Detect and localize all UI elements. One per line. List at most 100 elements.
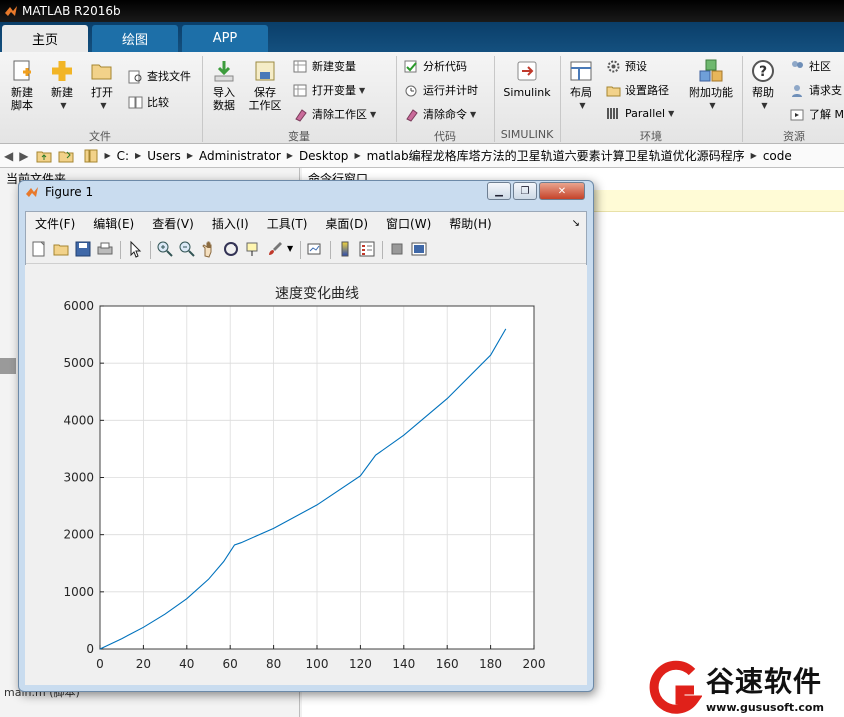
find-files-button[interactable]: 查找文件: [128, 68, 191, 84]
new-variable-button[interactable]: 新建变量: [293, 58, 356, 74]
parallel-label: Parallel: [625, 107, 666, 120]
layout-dropdown-icon[interactable]: ▼: [579, 99, 585, 112]
addons-dropdown-icon[interactable]: ▼: [709, 99, 715, 112]
save-workspace-button[interactable]: 保存 工作区: [246, 58, 284, 112]
section-variable-label: 变量: [288, 130, 310, 143]
menu-help[interactable]: 帮助(H): [449, 215, 491, 232]
watermark-text: 谷速软件: [706, 665, 823, 698]
find-files-icon: [128, 70, 142, 83]
set-path-button[interactable]: 设置路径: [606, 82, 669, 98]
panel-scroll-marker[interactable]: [0, 358, 16, 374]
x-tick-label: 80: [266, 657, 281, 671]
print-icon[interactable]: [96, 240, 114, 258]
community-button[interactable]: 社区: [790, 58, 831, 74]
run-time-button[interactable]: 运行并计时: [404, 82, 478, 98]
menubar-dock-arrow-icon[interactable]: ↘: [572, 218, 580, 229]
y-tick-label: 1000: [63, 585, 94, 599]
menu-edit[interactable]: 编辑(E): [93, 215, 134, 232]
clear-commands-button[interactable]: 清除命令 ▼: [404, 106, 476, 122]
simulink-button[interactable]: Simulink: [500, 58, 554, 99]
back-arrow-icon[interactable]: ◀: [4, 149, 13, 163]
tab-apps[interactable]: APP: [182, 25, 268, 52]
up-folder-icon[interactable]: [36, 149, 52, 163]
minimize-button[interactable]: ▁: [487, 182, 511, 200]
new-script-button[interactable]: 新建 脚本: [6, 58, 38, 112]
addons-button[interactable]: 附加功能 ▼: [686, 58, 736, 112]
link-plot-icon[interactable]: [306, 240, 324, 258]
close-button[interactable]: ✕: [539, 182, 585, 200]
zoom-in-icon[interactable]: [156, 240, 174, 258]
learn-matlab-button[interactable]: 了解 M: [790, 106, 844, 122]
new-button[interactable]: 新建 ▼: [46, 58, 78, 112]
open-variable-button[interactable]: 打开变量 ▼: [293, 82, 365, 98]
clear-workspace-icon: [295, 108, 307, 122]
x-tick-label: 200: [523, 657, 546, 671]
help-dropdown-icon[interactable]: ▼: [761, 99, 767, 112]
breadcrumb-code[interactable]: code: [763, 149, 792, 163]
breadcrumb-separator-icon: ▶: [750, 151, 757, 160]
open-file-icon[interactable]: [52, 240, 70, 258]
request-support-button[interactable]: 请求支: [790, 82, 842, 98]
brush-icon[interactable]: [266, 240, 284, 258]
watermark-url: www.gususoft.com: [706, 701, 824, 714]
show-plot-tools-icon[interactable]: [410, 240, 428, 258]
hide-plot-tools-icon[interactable]: [388, 240, 406, 258]
clear-commands-dropdown-icon[interactable]: ▼: [470, 110, 476, 119]
import-data-button[interactable]: 导入 数据: [208, 58, 240, 112]
parallel-dropdown-icon[interactable]: ▼: [668, 109, 674, 118]
zoom-out-icon[interactable]: [178, 240, 196, 258]
breadcrumb-administrator[interactable]: Administrator: [199, 149, 281, 163]
y-tick-label: 3000: [63, 471, 94, 485]
breadcrumb-drive[interactable]: C:: [117, 149, 129, 163]
menu-desktop[interactable]: 桌面(D): [325, 215, 368, 232]
clear-workspace-dropdown-icon[interactable]: ▼: [370, 110, 376, 119]
clear-workspace-button[interactable]: 清除工作区 ▼: [293, 106, 376, 122]
rotate-3d-icon[interactable]: [222, 240, 240, 258]
watermark-logo-icon: [649, 660, 702, 714]
app-title: MATLAB R2016b: [22, 4, 121, 18]
figure-window[interactable]: Figure 1 ▁ ❐ ✕ 文件(F) 编辑(E) 查看(V) 插入(I) 工…: [18, 180, 594, 692]
tab-plots[interactable]: 绘图: [92, 25, 178, 52]
new-dropdown-icon[interactable]: ▼: [60, 99, 66, 112]
y-tick-label: 6000: [63, 299, 94, 313]
y-tick-label: 0: [86, 642, 94, 656]
breadcrumb-project-folder[interactable]: matlab编程龙格库塔方法的卫星轨道六要素计算卫星轨道优化源码程序: [367, 147, 745, 164]
open-button[interactable]: 打开 ▼: [86, 58, 118, 112]
brush-dropdown-icon[interactable]: ▼: [287, 244, 293, 253]
save-workspace-label: 保存 工作区: [248, 86, 282, 112]
svg-text:?: ?: [759, 64, 767, 80]
menu-file[interactable]: 文件(F): [35, 215, 75, 232]
legend-icon[interactable]: [358, 240, 376, 258]
import-data-icon: [214, 61, 234, 82]
pointer-arrow-icon[interactable]: [126, 240, 144, 258]
colorbar-icon[interactable]: [336, 240, 354, 258]
parallel-button[interactable]: Parallel ▼: [606, 106, 674, 121]
layout-button[interactable]: 布局 ▼: [566, 58, 596, 112]
new-figure-icon[interactable]: [30, 240, 48, 258]
maximize-button[interactable]: ❐: [513, 182, 537, 200]
save-icon[interactable]: [74, 240, 92, 258]
tab-home[interactable]: 主页: [2, 25, 88, 52]
toolbar-separator: [382, 241, 383, 259]
compare-button[interactable]: 比较: [128, 94, 169, 110]
menu-window[interactable]: 窗口(W): [386, 215, 431, 232]
data-cursor-icon[interactable]: [244, 240, 262, 258]
help-button[interactable]: ? 帮助 ▼: [748, 58, 778, 112]
open-dropdown-icon[interactable]: ▼: [100, 99, 106, 112]
menu-view[interactable]: 查看(V): [152, 215, 194, 232]
pan-hand-icon[interactable]: [200, 240, 218, 258]
browse-folder-icon[interactable]: [58, 149, 74, 163]
new-label: 新建: [51, 86, 73, 99]
menu-insert[interactable]: 插入(I): [212, 215, 249, 232]
breadcrumb-users[interactable]: Users: [147, 149, 181, 163]
breadcrumb-desktop[interactable]: Desktop: [299, 149, 349, 163]
velocity-chart[interactable]: 0 20 40 60 80 100 120 140 160 180 200 0 1000 2000 300…: [25, 265, 587, 685]
help-question-icon: ?: [752, 60, 774, 82]
forward-arrow-icon[interactable]: ▶: [19, 149, 28, 163]
analyze-code-button[interactable]: 分析代码: [404, 58, 467, 74]
open-variable-dropdown-icon[interactable]: ▼: [359, 86, 365, 95]
import-data-label: 导入 数据: [213, 86, 235, 112]
x-tick-label: 40: [179, 657, 194, 671]
menu-tools[interactable]: 工具(T): [267, 215, 308, 232]
preferences-button[interactable]: 预设: [606, 58, 647, 74]
